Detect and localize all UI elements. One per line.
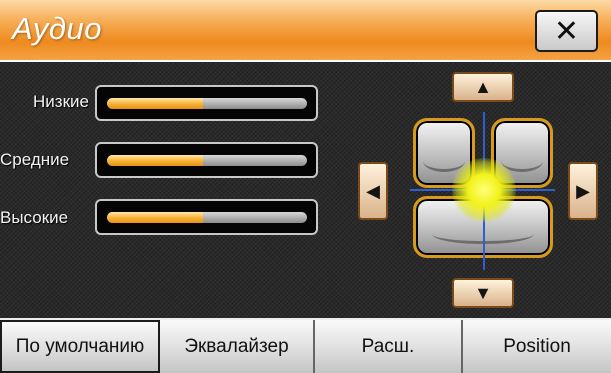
tab-position-label: Position [503,335,571,357]
tab-position[interactable]: Position [463,320,611,373]
tab-advanced[interactable]: Расш. [315,320,463,373]
close-icon: ✕ [553,14,580,48]
bottom-tab-bar: По умолчанию Эквалайзер Расш. Position [0,318,611,373]
balance-left-button[interactable]: ◀ [358,162,388,220]
mid-slider-fill [107,155,203,166]
tab-default[interactable]: По умолчанию [0,320,160,373]
treble-slider-fill [107,212,203,223]
triangle-up-icon: ▲ [474,77,492,97]
bass-slider[interactable] [95,85,318,121]
mid-slider[interactable] [95,142,318,178]
bass-slider-fill [107,98,203,109]
balance-focus-point[interactable] [452,158,516,222]
treble-slider[interactable] [95,199,318,235]
band-label-bass: Низкие [33,92,89,111]
bass-slider-track [107,98,307,109]
triangle-down-icon: ▼ [474,283,492,303]
mid-slider-track [107,155,307,166]
treble-slider-track [107,212,307,223]
triangle-left-icon: ◀ [366,181,380,201]
balance-up-button[interactable]: ▲ [452,72,514,102]
title-bar: Аудио ✕ [0,0,611,62]
tab-default-label: По умолчанию [15,335,145,357]
band-label-mid: Средние [0,150,70,169]
balance-right-button[interactable]: ▶ [568,162,598,220]
tab-equalizer[interactable]: Эквалайзер [160,320,315,373]
balance-down-button[interactable]: ▼ [452,278,514,308]
close-button[interactable]: ✕ [535,10,598,52]
band-label-treble: Высокие [0,208,69,227]
tab-equalizer-label: Эквалайзер [184,335,289,357]
audio-window: Аудио ✕ Низкие Средние Высокие ▲ ▼ ◀ ▶ П… [0,0,611,373]
tab-advanced-label: Расш. [361,335,415,357]
triangle-right-icon: ▶ [576,181,590,201]
window-title: Аудио [12,11,102,46]
